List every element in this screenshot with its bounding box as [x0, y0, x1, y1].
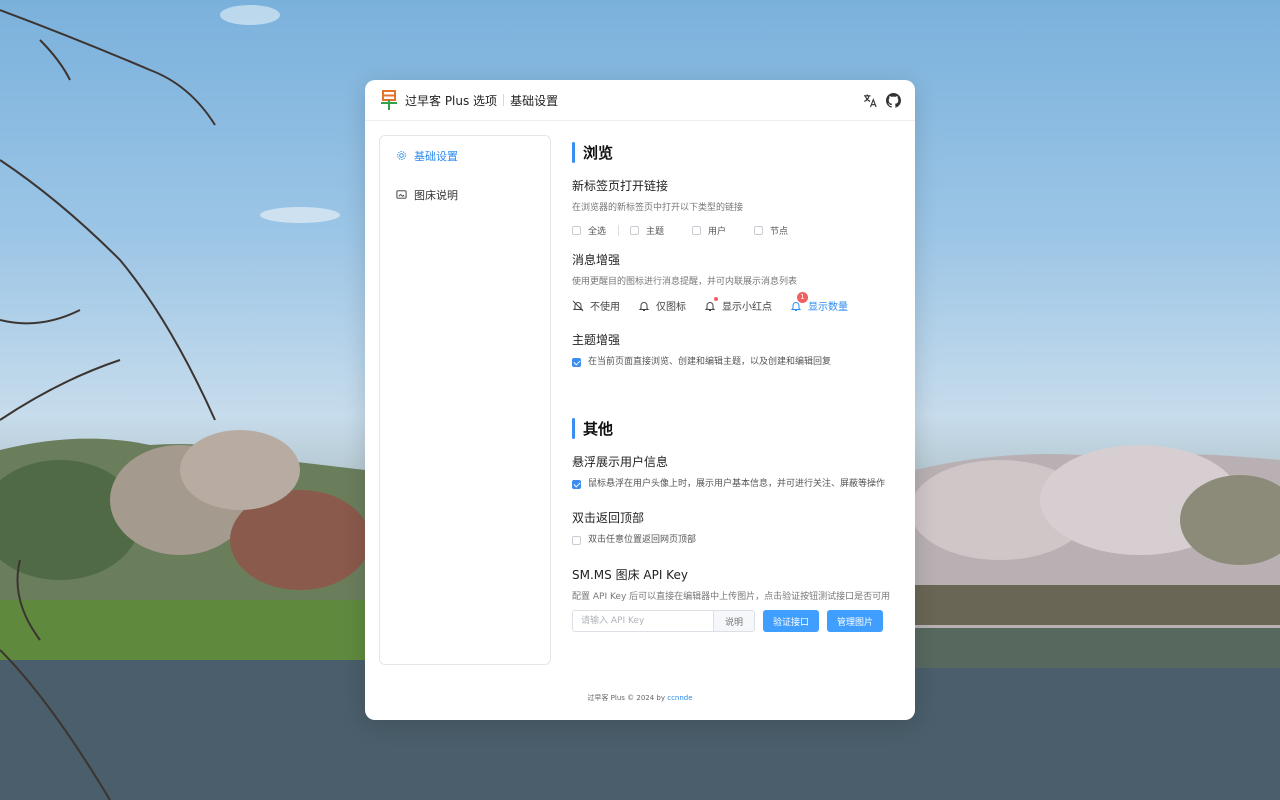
bell-off-icon: [572, 300, 584, 311]
checkbox-topic-enhance[interactable]: 在当前页面直接浏览、创建和编辑主题，以及创建和编辑回复: [572, 356, 894, 369]
message-option-red-dot[interactable]: 显示小红点: [704, 297, 772, 313]
checkbox-box[interactable]: [692, 226, 702, 235]
checkbox-label: 全选: [588, 227, 607, 237]
option-desc: 配置 API Key 后可以直接在编辑器中上传图片，点击验证按钮测试接口是否可用: [572, 592, 891, 602]
verify-api-button[interactable]: 验证接口: [763, 610, 820, 632]
option-title: 新标签页打开链接: [572, 179, 669, 193]
message-option-label: 显示小红点: [722, 302, 772, 313]
checkbox-box[interactable]: [572, 480, 581, 489]
checkbox-label: 用户: [708, 227, 727, 237]
sidebar-item-image-host[interactable]: 图床说明: [380, 185, 550, 204]
section-title: 其他: [583, 420, 614, 438]
api-key-input[interactable]: [573, 611, 713, 631]
option-title: 消息增强: [572, 253, 621, 267]
checkbox-node[interactable]: 节点: [754, 224, 788, 237]
checkbox-label: 鼠标悬浮在用户头像上时，展示用户基本信息，并可进行关注、屏蔽等操作: [588, 479, 886, 489]
header: 过早客 Plus 选项 基础设置: [365, 80, 915, 121]
section-header-browse: 浏览: [572, 142, 894, 163]
option-title: 主题增强: [572, 333, 621, 347]
message-option-icon-only[interactable]: 仅图标: [638, 298, 686, 313]
section-accent-bar: [572, 418, 575, 439]
sidebar: 基础设置 图床说明: [379, 135, 551, 665]
author-link[interactable]: ccnnde: [667, 694, 692, 702]
checkbox-label: 主题: [646, 227, 665, 237]
image-icon: [396, 190, 407, 199]
content-panel: 浏览 新标签页打开链接 在浏览器的新标签页中打开以下类型的链接 全选 主题 用户…: [572, 142, 894, 632]
checkbox-label: 节点: [770, 227, 789, 237]
divider: [618, 225, 620, 236]
message-option-label: 显示数量: [808, 302, 848, 313]
option-desc: 使用更醒目的图标进行消息提醒，并可内联展示消息列表: [572, 277, 798, 287]
footer: 过早客 Plus © 2024 by ccnnde: [365, 693, 915, 703]
option-title: 双击返回顶部: [572, 511, 645, 525]
checkbox-hover-user[interactable]: 鼠标悬浮在用户头像上时，展示用户基本信息，并可进行关注、屏蔽等操作: [572, 478, 894, 491]
translate-icon[interactable]: [863, 93, 878, 108]
section-header-other: 其他: [572, 418, 894, 439]
bell-icon: [638, 301, 650, 311]
bell-icon: [704, 301, 716, 311]
logo-icon: [381, 90, 397, 110]
sidebar-item-basic-settings[interactable]: 基础设置: [380, 146, 550, 165]
message-option-count[interactable]: 1 显示数量: [790, 292, 848, 313]
checkbox-label: 双击任意位置返回网页顶部: [588, 535, 697, 545]
section-title: 浏览: [583, 144, 614, 162]
option-title: 悬浮展示用户信息: [572, 455, 669, 469]
api-key-field: 说明: [572, 610, 755, 632]
manage-images-button[interactable]: 管理图片: [827, 610, 884, 632]
checkbox-box[interactable]: [572, 358, 581, 367]
checkbox-user[interactable]: 用户: [692, 224, 726, 237]
count-badge: 1: [797, 292, 808, 303]
page-name: 基础设置: [510, 93, 559, 108]
checkbox-box[interactable]: [572, 536, 581, 545]
api-help-link[interactable]: 说明: [713, 611, 754, 631]
checkbox-dblclick-top[interactable]: 双击任意位置返回网页顶部: [572, 534, 894, 547]
new-tab-options: 全选 主题 用户 节点: [572, 224, 894, 237]
sidebar-item-label: 图床说明: [414, 188, 458, 202]
checkbox-box[interactable]: [572, 226, 581, 235]
section-accent-bar: [572, 142, 575, 163]
app-title: 过早客 Plus 选项: [405, 93, 498, 108]
message-option-label: 仅图标: [656, 302, 686, 313]
github-icon[interactable]: [886, 92, 901, 108]
footer-text: 过早客 Plus © 2024 by: [587, 694, 665, 702]
checkbox-box[interactable]: [754, 226, 764, 235]
sidebar-item-label: 基础设置: [414, 149, 458, 163]
options-window: 过早客 Plus 选项 基础设置 基础设置 图床说明 浏览 新标签页打开链接 在…: [365, 80, 915, 720]
title-divider: [503, 94, 505, 106]
checkbox-box[interactable]: [630, 226, 640, 235]
red-dot-badge: [714, 297, 718, 301]
message-option-none[interactable]: 不使用: [572, 298, 620, 313]
message-option-label: 不使用: [590, 302, 620, 313]
checkbox-select-all[interactable]: 全选: [572, 224, 606, 237]
api-key-row: 说明 验证接口 管理图片: [572, 610, 894, 632]
checkbox-topic[interactable]: 主题: [630, 224, 664, 237]
option-desc: 在浏览器的新标签页中打开以下类型的链接: [572, 203, 744, 213]
option-title: SM.MS 图床 API Key: [572, 568, 688, 582]
message-options: 不使用 仅图标 显示小红点 1 显示数量: [572, 292, 894, 313]
gear-icon: [397, 151, 406, 160]
checkbox-label: 在当前页面直接浏览、创建和编辑主题，以及创建和编辑回复: [588, 357, 832, 367]
